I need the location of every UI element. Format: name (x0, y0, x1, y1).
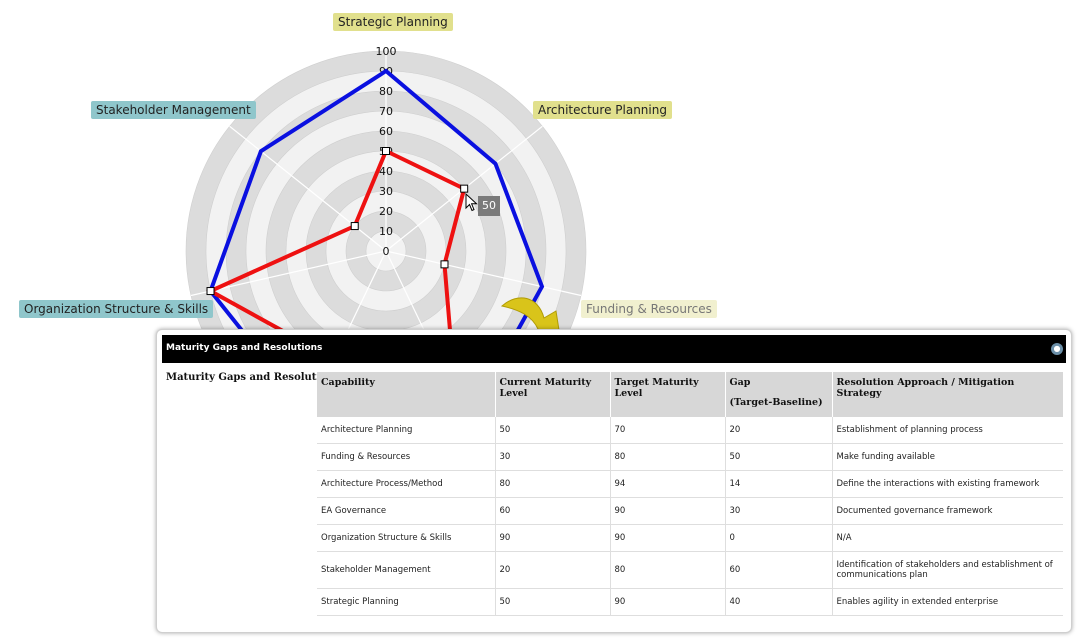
cell-target: 94 (610, 470, 726, 498)
cell-current: 50 (495, 588, 611, 616)
table-row: Architecture Planning 50 70 20 Establish… (317, 417, 1063, 444)
axis-label-organization-structure: Organization Structure & Skills (19, 300, 214, 318)
header-gap: Gap (Target-Baseline) (725, 372, 833, 417)
radar-point (350, 222, 359, 231)
cell-current: 90 (495, 524, 611, 552)
cell-capability: Organization Structure & Skills (317, 524, 496, 552)
cell-gap: 14 (725, 470, 833, 498)
header-gap-label: Gap (729, 377, 751, 388)
cell-target: 80 (610, 551, 726, 589)
cell-resolution: Make funding available (832, 443, 1063, 471)
radar-tick-label: 80 (379, 85, 393, 98)
cell-capability: Stakeholder Management (317, 551, 496, 589)
mouse-cursor-icon (465, 193, 478, 212)
cell-capability: Architecture Process/Method (317, 470, 496, 498)
cell-gap: 40 (725, 588, 833, 616)
radar-point (440, 260, 449, 269)
radar-tick-label: 10 (379, 225, 393, 238)
radar-point (382, 147, 390, 155)
cell-target: 90 (610, 524, 726, 552)
axis-label-architecture-planning: Architecture Planning (533, 101, 672, 119)
section-label: Maturity Gaps and Resolutions (166, 372, 340, 383)
radar-tick-label: 60 (379, 125, 393, 138)
header-capability: Capability (317, 372, 496, 417)
cell-gap: 60 (725, 551, 833, 589)
cell-gap: 30 (725, 497, 833, 525)
radar-tick-label: 70 (379, 105, 393, 118)
table-row: Funding & Resources 30 80 50 Make fundin… (317, 443, 1063, 471)
cell-target: 80 (610, 443, 726, 471)
maturity-gaps-panel: Maturity Gaps and Resolutions ● Maturity… (156, 329, 1072, 633)
table-row: Architecture Process/Method 80 94 14 Def… (317, 470, 1063, 498)
value-tooltip: 50 (478, 196, 500, 216)
cell-capability: Funding & Resources (317, 443, 496, 471)
cell-current: 80 (495, 470, 611, 498)
table-row: EA Governance 60 90 30 Documented govern… (317, 497, 1063, 525)
cell-resolution: Establishment of planning process (832, 417, 1063, 444)
cell-gap: 50 (725, 443, 833, 471)
panel-title: Maturity Gaps and Resolutions (166, 343, 323, 353)
cell-capability: EA Governance (317, 497, 496, 525)
table-row: Organization Structure & Skills 90 90 0 … (317, 524, 1063, 552)
header-gap-sublabel: (Target-Baseline) (729, 397, 823, 408)
header-current-maturity: Current Maturity Level (495, 372, 611, 417)
cell-gap: 20 (725, 417, 833, 444)
axis-label-strategic-planning: Strategic Planning (333, 13, 453, 31)
cell-current: 30 (495, 443, 611, 471)
radar-point (206, 287, 215, 296)
cell-resolution: Identification of stakeholders and estab… (832, 551, 1063, 589)
cell-resolution: Enables agility in extended enterprise (832, 588, 1063, 616)
cell-current: 20 (495, 551, 611, 589)
cell-capability: Architecture Planning (317, 417, 496, 444)
cell-resolution: Define the interactions with existing fr… (832, 470, 1063, 498)
radar-tick-label: 0 (383, 245, 390, 258)
radar-tick-label: 30 (379, 185, 393, 198)
table-row: Strategic Planning 50 90 40 Enables agil… (317, 588, 1063, 616)
header-resolution: Resolution Approach / Mitigation Strateg… (832, 372, 1063, 417)
cell-target: 90 (610, 588, 726, 616)
axis-label-funding-resources: Funding & Resources (581, 300, 717, 318)
cell-resolution: N/A (832, 524, 1063, 552)
radar-tick-label: 100 (376, 45, 397, 58)
cell-target: 70 (610, 417, 726, 444)
cell-target: 90 (610, 497, 726, 525)
axis-label-stakeholder-management: Stakeholder Management (91, 101, 256, 119)
table-header-row: Capability Current Maturity Level Target… (317, 372, 1063, 417)
panel-header: Maturity Gaps and Resolutions ● (162, 335, 1066, 363)
maturity-gaps-table: Capability Current Maturity Level Target… (317, 372, 1063, 616)
cell-current: 50 (495, 417, 611, 444)
cell-current: 60 (495, 497, 611, 525)
radar-point (460, 184, 469, 193)
cell-capability: Strategic Planning (317, 588, 496, 616)
radar-tick-label: 20 (379, 205, 393, 218)
header-target-maturity: Target Maturity Level (610, 372, 726, 417)
table-row: Stakeholder Management 20 80 60 Identifi… (317, 551, 1063, 589)
cell-gap: 0 (725, 524, 833, 552)
info-icon[interactable]: ● (1051, 343, 1063, 355)
cell-resolution: Documented governance framework (832, 497, 1063, 525)
